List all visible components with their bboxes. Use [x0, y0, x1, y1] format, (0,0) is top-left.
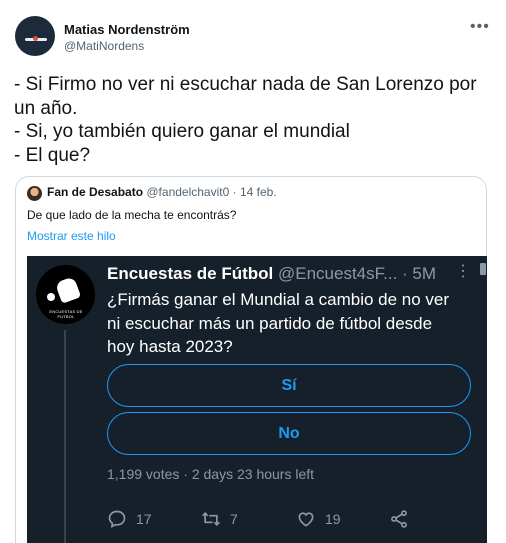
poll-question-line: ni escuchar más un partido de fútbol des… [107, 313, 433, 333]
retweet-icon [202, 511, 220, 527]
tweet-text-line: - Si Firmo no ver ni escuchar nada de Sa… [14, 74, 477, 95]
soccer-ball-icon [47, 293, 55, 301]
poll-author-name: Encuestas de Fútbol [107, 264, 274, 283]
tweet: Matias Nordenström @MatiNordens ••• - Si… [0, 0, 506, 543]
thread-line [64, 330, 66, 543]
more-options-icon[interactable]: ••• [470, 19, 490, 36]
poll-author-avatar: ENCUESTAS DE FUTBOL [36, 265, 95, 324]
reply-action: 17 [107, 508, 152, 530]
avatar-graphic-dot [33, 36, 38, 41]
more-vertical-icon: ⋮ [455, 263, 471, 280]
poll-question: ¿Firmás ganar el Mundial a cambio de no … [107, 288, 477, 359]
avatar-logo-text: ENCUESTAS DE FUTBOL [49, 309, 83, 319]
quote-author-avatar[interactable] [27, 186, 42, 201]
poll-author-handle: @Encuest4sF... [277, 264, 398, 283]
tweet-text-line: - Si, yo también quiero ganar el mundial [14, 121, 350, 142]
share-icon [391, 510, 407, 528]
quote-separator: · [232, 185, 240, 199]
quote-author-handle[interactable]: @fandelchavit0 [146, 185, 229, 199]
reply-count: 17 [136, 511, 152, 527]
tweet-actions: 17 7 19 [107, 508, 427, 530]
poll-time: 5M [412, 264, 437, 283]
retweet-count: 7 [230, 511, 238, 527]
show-thread-link[interactable]: Mostrar este hilo [27, 229, 116, 243]
quote-date[interactable]: 14 feb. [240, 185, 277, 199]
author-name[interactable]: Matias Nordenström [64, 22, 190, 37]
embedded-poll-screenshot: ENCUESTAS DE FUTBOL Encuestas de Fútbol … [27, 256, 487, 543]
poll-time-left: 2 days 23 hours left [191, 466, 315, 482]
author-avatar[interactable] [15, 16, 55, 56]
retweet-action: 7 [201, 508, 238, 530]
player-silhouette-icon [54, 276, 82, 304]
tweet-text-line: - El que? [14, 144, 91, 166]
author-handle[interactable]: @MatiNordens [64, 39, 144, 53]
reply-icon [108, 510, 126, 528]
scrollbar-thumb [480, 263, 486, 275]
like-action: 19 [296, 508, 341, 530]
poll-summary-separator: · [183, 466, 192, 482]
heart-icon [298, 512, 314, 527]
poll-option-no: No [107, 412, 471, 455]
poll-header: Encuestas de Fútbol @Encuest4sF... · 5M [107, 264, 436, 284]
poll-option-si: Sí [107, 364, 471, 407]
share-action [389, 508, 418, 530]
tweet-text: - Si Firmo no ver ni escuchar nada de Sa… [14, 73, 496, 167]
poll-summary: 1,199 votes · 2 days 23 hours left [107, 466, 314, 482]
tweet-text-line: un año. [14, 97, 78, 119]
poll-separator: · [402, 264, 413, 283]
like-count: 19 [325, 511, 341, 527]
quote-author-name[interactable]: Fan de Desabato [47, 185, 143, 199]
quote-text: De que lado de la mecha te encontrás? [27, 208, 237, 222]
poll-votes: 1,199 votes [107, 466, 180, 482]
poll-question-line: ¿Firmás ganar el Mundial a cambio de no … [107, 290, 450, 309]
quote-header: Fan de Desabato @fandelchavit0 · 14 feb. [47, 185, 277, 199]
poll-question-line: hoy hasta 2023? [107, 337, 233, 356]
